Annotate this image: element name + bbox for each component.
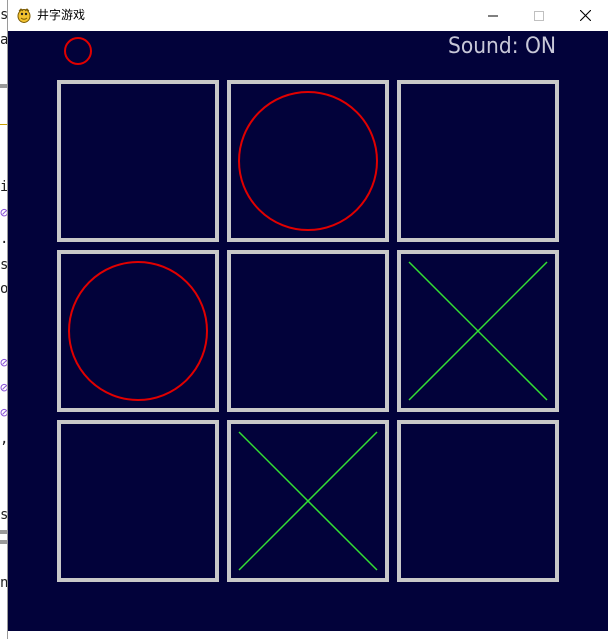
board-cell-r0c0[interactable] <box>57 80 219 242</box>
editor-char: s <box>0 8 8 22</box>
minimize-button[interactable] <box>470 0 516 31</box>
game-canvas[interactable]: Sound: ON <box>8 31 608 631</box>
editor-char: , <box>0 432 8 446</box>
editor-char: ⊘ <box>0 206 8 220</box>
window-title: 井字游戏 <box>37 8 86 22</box>
editor-char: ⊘ <box>0 356 8 370</box>
editor-divider <box>0 84 8 88</box>
editor-divider <box>0 124 8 125</box>
current-turn-o-marker <box>64 37 92 65</box>
editor-char: n <box>0 576 8 590</box>
editor-char: a <box>0 33 8 47</box>
title-bar[interactable]: 井字游戏 <box>8 0 616 31</box>
editor-char: s <box>0 508 8 522</box>
board-cell-r2c2[interactable] <box>397 420 559 582</box>
editor-char: o <box>0 282 8 296</box>
o-mark <box>238 91 378 231</box>
game-window: 井字游戏 Sound: ON <box>8 0 616 639</box>
editor-char: ⊘ <box>0 381 8 395</box>
board-cell-r0c1[interactable] <box>227 80 389 242</box>
editor-char: ⊘ <box>0 406 8 420</box>
board-cell-r1c0[interactable] <box>57 250 219 412</box>
background-editor-edge: s a i ⊘ . s o ⊘ ⊘ ⊘ , s n <box>0 0 8 639</box>
editor-char: s <box>0 258 8 272</box>
sound-toggle[interactable]: Sound: ON <box>448 32 556 62</box>
maximize-button[interactable] <box>516 0 562 31</box>
board-cell-r1c1[interactable] <box>227 250 389 412</box>
editor-divider <box>0 540 8 544</box>
minimize-icon <box>488 15 498 16</box>
editor-char: i <box>0 180 8 194</box>
board-cell-r2c0[interactable] <box>57 420 219 582</box>
game-board[interactable] <box>8 31 608 631</box>
board-cell-r0c2[interactable] <box>397 80 559 242</box>
close-button[interactable] <box>562 0 608 31</box>
editor-divider <box>0 530 8 534</box>
editor-char: . <box>0 232 8 246</box>
maximize-icon <box>534 10 544 21</box>
pygame-snake-icon <box>17 8 31 23</box>
o-mark <box>68 261 208 401</box>
close-icon <box>579 10 591 21</box>
